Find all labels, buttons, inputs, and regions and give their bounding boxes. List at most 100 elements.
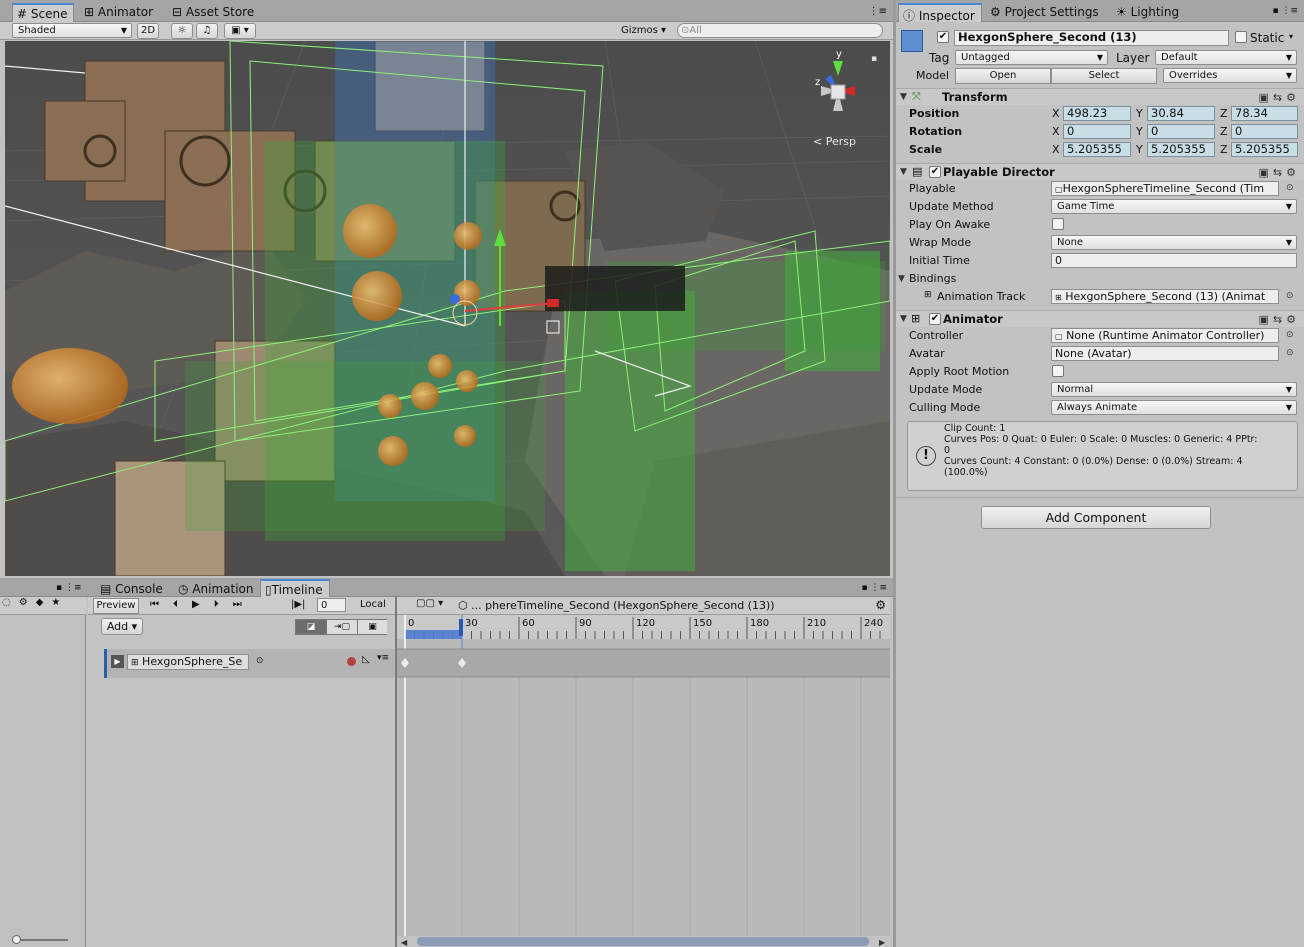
rotation-y-field[interactable]: 0 [1147, 124, 1215, 139]
horizontal-scrollbar[interactable] [417, 937, 869, 946]
2d-toggle[interactable]: 2D [137, 23, 159, 39]
layer-dropdown[interactable]: Default ▼ [1155, 50, 1297, 65]
open-button[interactable]: Open [955, 68, 1051, 84]
position-z-field[interactable]: 78.34 [1231, 106, 1298, 121]
projection-label[interactable]: < Persp [813, 135, 856, 148]
animator-header[interactable]: ▼ ⊞ ✔ Animator ▣⇆⚙ [896, 310, 1304, 327]
object-picker-icon[interactable]: ⊙ [1286, 330, 1294, 340]
foldout-arrow-icon[interactable]: ▼ [900, 92, 907, 102]
object-picker-icon[interactable]: ⊙ [1286, 348, 1294, 358]
overrides-dropdown[interactable]: Overrides ▼ [1163, 68, 1297, 83]
bindings-foldout-icon[interactable]: ▼ [898, 274, 905, 284]
object-name-field[interactable]: HexgonSphere_Second (13) [954, 30, 1229, 46]
scale-y-field[interactable]: 5.205355 [1147, 142, 1215, 157]
shading-dropdown[interactable]: Shaded ▼ [12, 23, 132, 38]
scale-x-field[interactable]: 5.205355 [1063, 142, 1131, 157]
play-icon[interactable]: ▶ [192, 599, 214, 610]
object-picker-icon[interactable]: ⊙ [256, 656, 264, 666]
initial-time-field[interactable]: 0 [1051, 253, 1297, 268]
rotation-x-field[interactable]: 0 [1063, 124, 1131, 139]
next-frame-icon[interactable]: ⏵ [214, 599, 233, 610]
animator-enabled-checkbox[interactable]: ✔ [929, 313, 941, 325]
component-menu-icons[interactable]: ▣⇆⚙ [1259, 91, 1300, 104]
playable-director-enabled-checkbox[interactable]: ✔ [929, 166, 941, 178]
settings-gear-icon[interactable]: ⚙ [875, 598, 886, 612]
curves-icon[interactable]: ◺ [362, 654, 370, 665]
transform-header[interactable]: ▼ ⤧ Transform ▣⇆⚙ [896, 88, 1304, 105]
timeline-selector-icon[interactable]: ▢▢ ▾ [416, 598, 443, 609]
tab-timeline[interactable]: ▯Timeline [260, 579, 330, 597]
tab-animation[interactable]: ◷ Animation [174, 580, 260, 597]
avatar-field[interactable]: None (Avatar) [1051, 346, 1279, 361]
position-x-field[interactable]: 498.23 [1063, 106, 1131, 121]
controller-field[interactable]: ▢ None (Runtime Animator Controller) [1051, 328, 1279, 343]
tab-asset-store[interactable]: ⊟ Asset Store [168, 3, 260, 22]
mix-mode-icon[interactable]: ◪ [296, 620, 326, 634]
previous-frame-icon[interactable]: ⏴ [173, 599, 192, 610]
tag-dropdown[interactable]: Untagged ▼ [955, 50, 1108, 65]
foldout-arrow-icon[interactable]: ▼ [900, 167, 907, 177]
play-range-icon[interactable]: |▶| [291, 599, 305, 610]
preview-toggle[interactable]: Preview [93, 598, 139, 614]
static-dropdown-icon[interactable]: ▾ [1289, 32, 1293, 41]
tab-animator[interactable]: ⊞ Animator [80, 3, 159, 22]
apply-root-motion-checkbox[interactable] [1052, 365, 1064, 377]
position-y-field[interactable]: 30.84 [1147, 106, 1215, 121]
tab-scene[interactable]: # Scene [12, 3, 75, 22]
replace-mode-icon[interactable]: ▣ [357, 620, 387, 634]
select-button[interactable]: Select [1051, 68, 1157, 84]
go-to-start-icon[interactable]: ⏮ [150, 599, 173, 610]
track-expand-icon[interactable]: ▶ [111, 655, 124, 668]
timeline-tracks-area[interactable]: 0 30 60 90 120 150 180 210 240 ◀ ▶ [397, 615, 890, 947]
update-mode-dropdown[interactable]: Normal ▼ [1051, 382, 1297, 397]
update-method-label: Update Method [909, 200, 994, 213]
add-track-button[interactable]: Add ▾ [101, 618, 143, 635]
effects-dropdown-icon[interactable]: ▣ ▾ [224, 23, 256, 39]
panel-menu-icon[interactable]: ▪ ⋮≡ [1272, 6, 1298, 16]
culling-mode-dropdown[interactable]: Always Animate ▼ [1051, 400, 1297, 415]
playable-director-header[interactable]: ▼ ▤ ✔ Playable Director ▣⇆⚙ [896, 163, 1304, 180]
lighting-toggle-icon[interactable]: ☼ [171, 23, 193, 39]
track-row[interactable]: ▶ ⊞ HexgonSphere_Se ⊙ ◺ ▾≡ [104, 649, 395, 678]
gameobject-icon [901, 30, 923, 52]
animator-info-box: ! Clip Count: 1 Curves Pos: 0 Quat: 0 Eu… [907, 421, 1298, 491]
gear-icon: ⚙ [990, 5, 1001, 19]
foldout-arrow-icon[interactable]: ▼ [900, 314, 907, 324]
component-menu-icons[interactable]: ▣⇆⚙ [1259, 166, 1300, 179]
wrap-mode-dropdown[interactable]: None ▼ [1051, 235, 1297, 250]
object-picker-icon[interactable]: ⊙ [1286, 183, 1294, 193]
panel-menu-icon[interactable]: ▪ ⋮≡ [861, 583, 887, 593]
go-to-end-icon[interactable]: ⏭ [233, 599, 256, 610]
local-toggle[interactable]: Local [360, 599, 386, 610]
gizmos-dropdown[interactable]: Gizmos ▾ [621, 25, 666, 36]
frame-input[interactable]: 0 [317, 598, 346, 612]
audio-toggle-icon[interactable]: ♫ [196, 23, 218, 39]
add-component-button[interactable]: Add Component [981, 506, 1211, 529]
ruler-label: 0 [408, 618, 414, 629]
rotation-z-field[interactable]: 0 [1231, 124, 1298, 139]
panel-menu-icon[interactable]: ⋮≡ [869, 6, 887, 17]
ripple-mode-icon[interactable]: ⇥▢ [326, 620, 357, 634]
panel-menu-icon[interactable]: ▪ ⋮≡ [56, 583, 82, 593]
track-menu-icon[interactable]: ▾≡ [377, 653, 389, 663]
object-picker-icon[interactable]: ⊙ [1286, 291, 1294, 301]
tab-console[interactable]: ▤ Console [96, 580, 169, 597]
scale-z-field[interactable]: 5.205355 [1231, 142, 1298, 157]
zoom-slider-thumb[interactable] [12, 935, 21, 944]
tab-lighting[interactable]: ☀ Lighting [1112, 3, 1185, 22]
avatar-label: Avatar [909, 347, 945, 360]
static-checkbox[interactable] [1235, 31, 1247, 43]
update-method-dropdown[interactable]: Game Time ▼ [1051, 199, 1297, 214]
record-button-icon[interactable] [347, 657, 356, 666]
play-on-awake-checkbox[interactable] [1052, 218, 1064, 230]
playable-field[interactable]: ▢HexgonSphereTimeline_Second (Tim [1051, 181, 1279, 196]
active-checkbox[interactable]: ✔ [937, 31, 949, 43]
lock-icon[interactable]: ▪ [871, 54, 877, 64]
track-binding-field[interactable]: ⊞ HexgonSphere_Se [127, 654, 249, 670]
scene-search-input[interactable]: ⊙All [677, 23, 883, 38]
tab-inspector[interactable]: ⓘ Inspector [898, 3, 982, 23]
scene-viewport[interactable]: y z < Persp ▪ [5, 41, 890, 576]
tab-project-settings[interactable]: ⚙ Project Settings [986, 3, 1105, 22]
animation-track-field[interactable]: ⊞ HexgonSphere_Second (13) (Animat [1051, 289, 1279, 304]
component-menu-icons[interactable]: ▣⇆⚙ [1259, 313, 1300, 326]
